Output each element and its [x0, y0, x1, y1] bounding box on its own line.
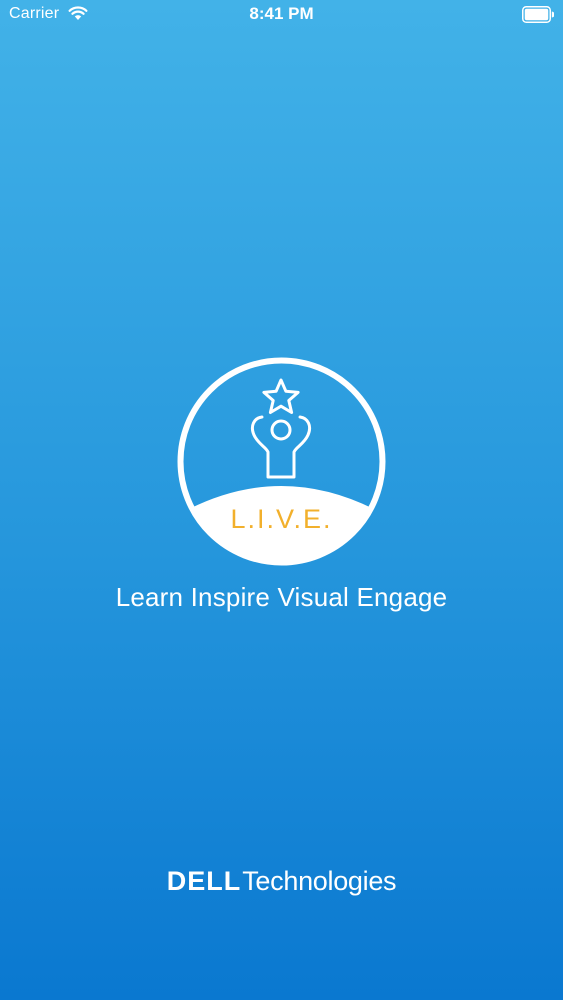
status-bar: Carrier 8:41 PM: [0, 0, 563, 30]
person-reaching-star-icon: [177, 357, 386, 566]
dell-technologies-logo: DELLTechnologies: [0, 866, 563, 897]
tagline: Learn Inspire Visual Engage: [115, 582, 448, 612]
brand-company: DELL: [166, 866, 242, 896]
live-logo: L.I.V.E.: [176, 356, 387, 567]
clock: 8:41 PM: [249, 4, 314, 23]
logo-text: L.I.V.E.: [230, 504, 333, 534]
brand-suffix: Technologies: [242, 866, 397, 896]
battery-icon: [522, 6, 554, 23]
